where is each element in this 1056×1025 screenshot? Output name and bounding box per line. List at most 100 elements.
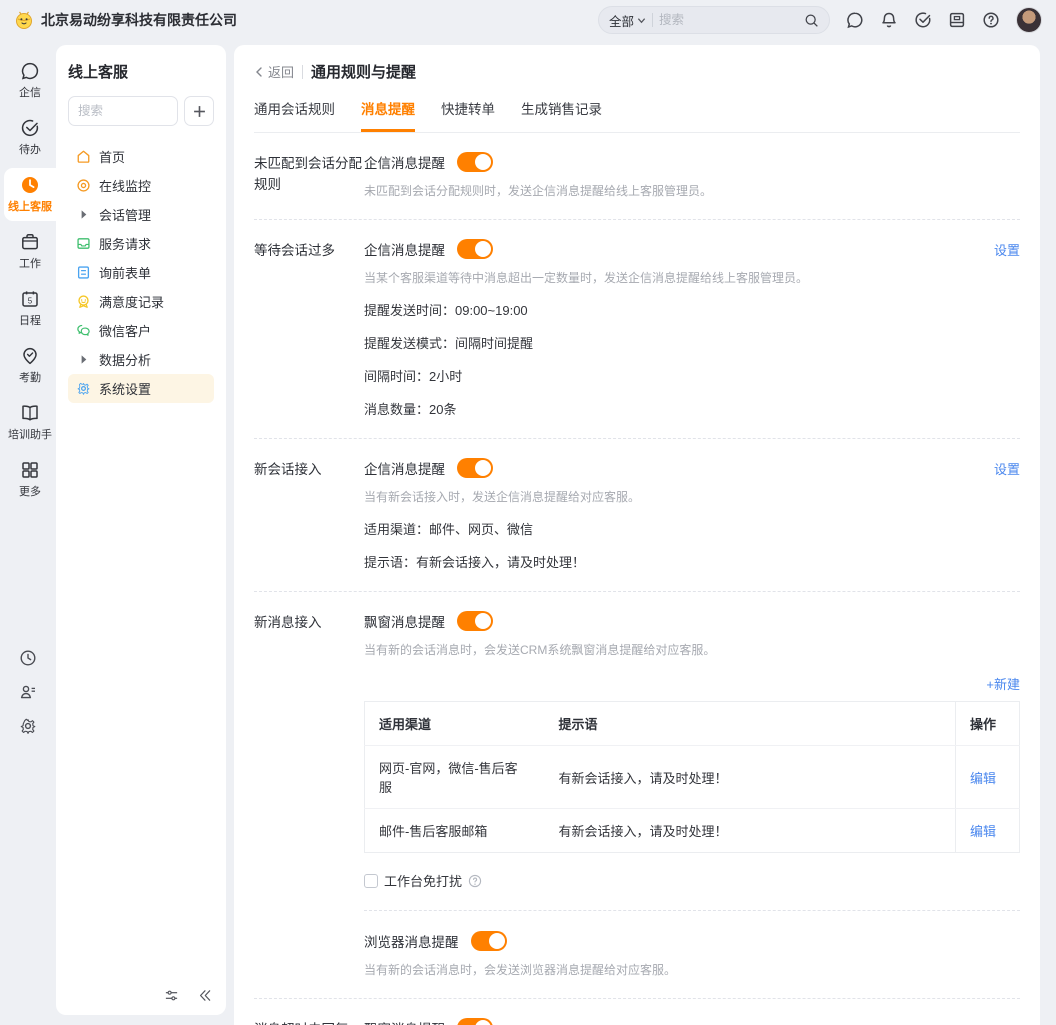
chat-bubble-icon [21, 62, 39, 80]
tab-general-session-rules[interactable]: 通用会话规则 [254, 98, 335, 132]
chevron-left-icon [256, 66, 262, 77]
arrow-right-icon [81, 210, 87, 219]
sidebar-search-input[interactable] [68, 96, 178, 126]
module-sidebar: 线上客服 首页 在线监控 会话管理 服务请求 [56, 45, 226, 1015]
settings-link[interactable]: 设置 [994, 240, 1020, 259]
search-scope-dropdown[interactable]: 全部 [609, 11, 646, 30]
filter-sliders-icon[interactable] [164, 988, 179, 1003]
company-brand: 北京易动纷享科技有限责任公司 [14, 10, 237, 30]
bell-icon[interactable] [880, 11, 898, 29]
field-send-mode: 提醒发送模式：间隔时间提醒 [364, 336, 534, 351]
tab-sales-record[interactable]: 生成销售记录 [521, 98, 602, 132]
tab-quick-transfer[interactable]: 快捷转单 [441, 98, 495, 132]
col-actions: 操作 [955, 701, 1020, 746]
sidebar-item-label: 会话管理 [99, 208, 152, 223]
sidebar-item-satisfaction[interactable]: 满意度记录 [68, 287, 214, 316]
rail-item-label: 线上客服 [8, 201, 52, 213]
rail-item-attendance[interactable]: 考勤 [4, 339, 56, 392]
sidebar-item-system-settings[interactable]: 系统设置 [68, 374, 214, 403]
app-window: 北京易动纷享科技有限责任公司 全部 企信 [0, 0, 1056, 1025]
rail-item-more[interactable]: 更多 [4, 453, 56, 506]
settings-link[interactable]: 设置 [994, 459, 1020, 478]
sidebar-item-label: 数据分析 [99, 353, 152, 368]
dnd-label: 工作台免打扰 [384, 874, 463, 889]
cell-prompt: 有新会话接入，请及时处理！ [558, 824, 728, 839]
section-timeout-no-reply: 消息超时未回复 飘窗消息提醒 当消息超时未回复时，会发送CRM系统飘窗消息提醒给… [254, 999, 1020, 1025]
back-button[interactable]: 返回 [254, 62, 294, 81]
page-title: 通用规则与提醒 [311, 64, 417, 81]
section-new-session: 新会话接入 企信消息提醒 设置 当有新会话接入时，发送企信消息提醒给对应客服。 … [254, 439, 1020, 592]
sidebar-item-home[interactable]: 首页 [68, 142, 214, 171]
field-send-time: 提醒发送时间：09:00~19:00 [364, 303, 528, 318]
popup-reminder-toggle[interactable] [457, 1018, 493, 1025]
qixin-reminder-toggle[interactable] [457, 152, 493, 172]
rail-item-qixin[interactable]: 企信 [4, 54, 56, 107]
field-channels: 适用渠道：邮件、网页、微信 [364, 522, 534, 537]
qixin-reminder-toggle[interactable] [457, 458, 493, 478]
help-icon[interactable] [982, 11, 1000, 29]
sidebar-item-session-mgmt[interactable]: 会话管理 [68, 200, 214, 229]
collapse-sidebar-icon[interactable] [197, 988, 212, 1003]
field-interval: 间隔时间：2小时 [364, 369, 463, 384]
field-prompt: 提示语：有新会话接入，请及时处理！ [364, 555, 586, 570]
sidebar-title: 线上客服 [68, 64, 129, 81]
sidebar-item-label: 服务请求 [99, 237, 152, 252]
arrow-right-icon [81, 355, 87, 364]
topbar-actions: 全部 [598, 6, 1042, 34]
section-label: 等待会话过多 [254, 243, 335, 258]
qixin-reminder-toggle[interactable] [457, 239, 493, 259]
page-header: 返回 通用规则与提醒 [254, 61, 1020, 82]
search-input[interactable] [659, 13, 798, 27]
sidebar-item-label: 满意度记录 [99, 295, 165, 310]
add-button[interactable] [184, 96, 214, 126]
sidebar-tools [164, 988, 212, 1003]
sidebar-item-label: 首页 [99, 150, 126, 165]
cell-prompt: 有新会话接入，请及时处理！ [544, 745, 956, 809]
rail-item-label: 更多 [19, 486, 41, 498]
briefcase-icon [22, 234, 38, 250]
global-search[interactable]: 全部 [598, 6, 830, 34]
rail-item-online-service[interactable]: 线上客服 [4, 168, 56, 221]
toggle-label: 企信消息提醒 [364, 243, 445, 258]
grid-icon [22, 462, 38, 478]
new-rule-link[interactable]: +新建 [986, 674, 1020, 693]
rail-item-todo[interactable]: 待办 [4, 111, 56, 164]
main-content: 返回 通用规则与提醒 通用会话规则 消息提醒 快捷转单 生成销售记录 未匹配到会… [234, 45, 1040, 1025]
form-icon [77, 266, 90, 279]
search-icon[interactable] [804, 13, 819, 28]
history-icon[interactable] [19, 649, 37, 667]
task-check-icon[interactable] [914, 11, 932, 29]
sidebar-item-label: 在线监控 [99, 179, 152, 194]
divider [302, 64, 304, 79]
sidebar-item-preform[interactable]: 询前表单 [68, 258, 214, 287]
help-circle-icon[interactable] [468, 874, 482, 888]
company-logo-icon [16, 11, 32, 29]
sidebar-item-data-analysis[interactable]: 数据分析 [68, 345, 214, 374]
popup-reminder-toggle[interactable] [457, 611, 493, 631]
workbench-icon[interactable] [948, 11, 966, 29]
browser-reminder-toggle[interactable] [470, 931, 507, 951]
chat-icon[interactable] [846, 11, 864, 29]
dnd-checkbox[interactable] [364, 873, 378, 888]
monitor-icon [77, 179, 90, 192]
rail-item-work[interactable]: 工作 [4, 225, 56, 278]
rail-item-label: 企信 [19, 87, 41, 99]
user-avatar[interactable] [1016, 7, 1042, 33]
sidebar-item-label: 微信客户 [99, 324, 152, 339]
settings-icon[interactable] [19, 717, 37, 735]
divider [652, 13, 654, 27]
todo-check-icon [21, 119, 39, 137]
toggle-label: 浏览器消息提醒 [364, 935, 459, 950]
edit-link[interactable]: 编辑 [970, 824, 996, 839]
toggle-label: 企信消息提醒 [364, 156, 445, 171]
sidebar-item-wechat-customer[interactable]: 微信客户 [68, 316, 214, 345]
back-label: 返回 [268, 65, 295, 80]
edit-link[interactable]: 编辑 [970, 771, 996, 786]
book-icon [22, 405, 38, 421]
sidebar-item-service-request[interactable]: 服务请求 [68, 229, 214, 258]
rail-item-calendar[interactable]: 5 日程 [4, 282, 56, 335]
rail-item-training[interactable]: 培训助手 [4, 396, 56, 449]
tab-message-reminder[interactable]: 消息提醒 [361, 98, 415, 132]
sidebar-item-online-monitor[interactable]: 在线监控 [68, 171, 214, 200]
contacts-icon[interactable] [19, 683, 37, 701]
